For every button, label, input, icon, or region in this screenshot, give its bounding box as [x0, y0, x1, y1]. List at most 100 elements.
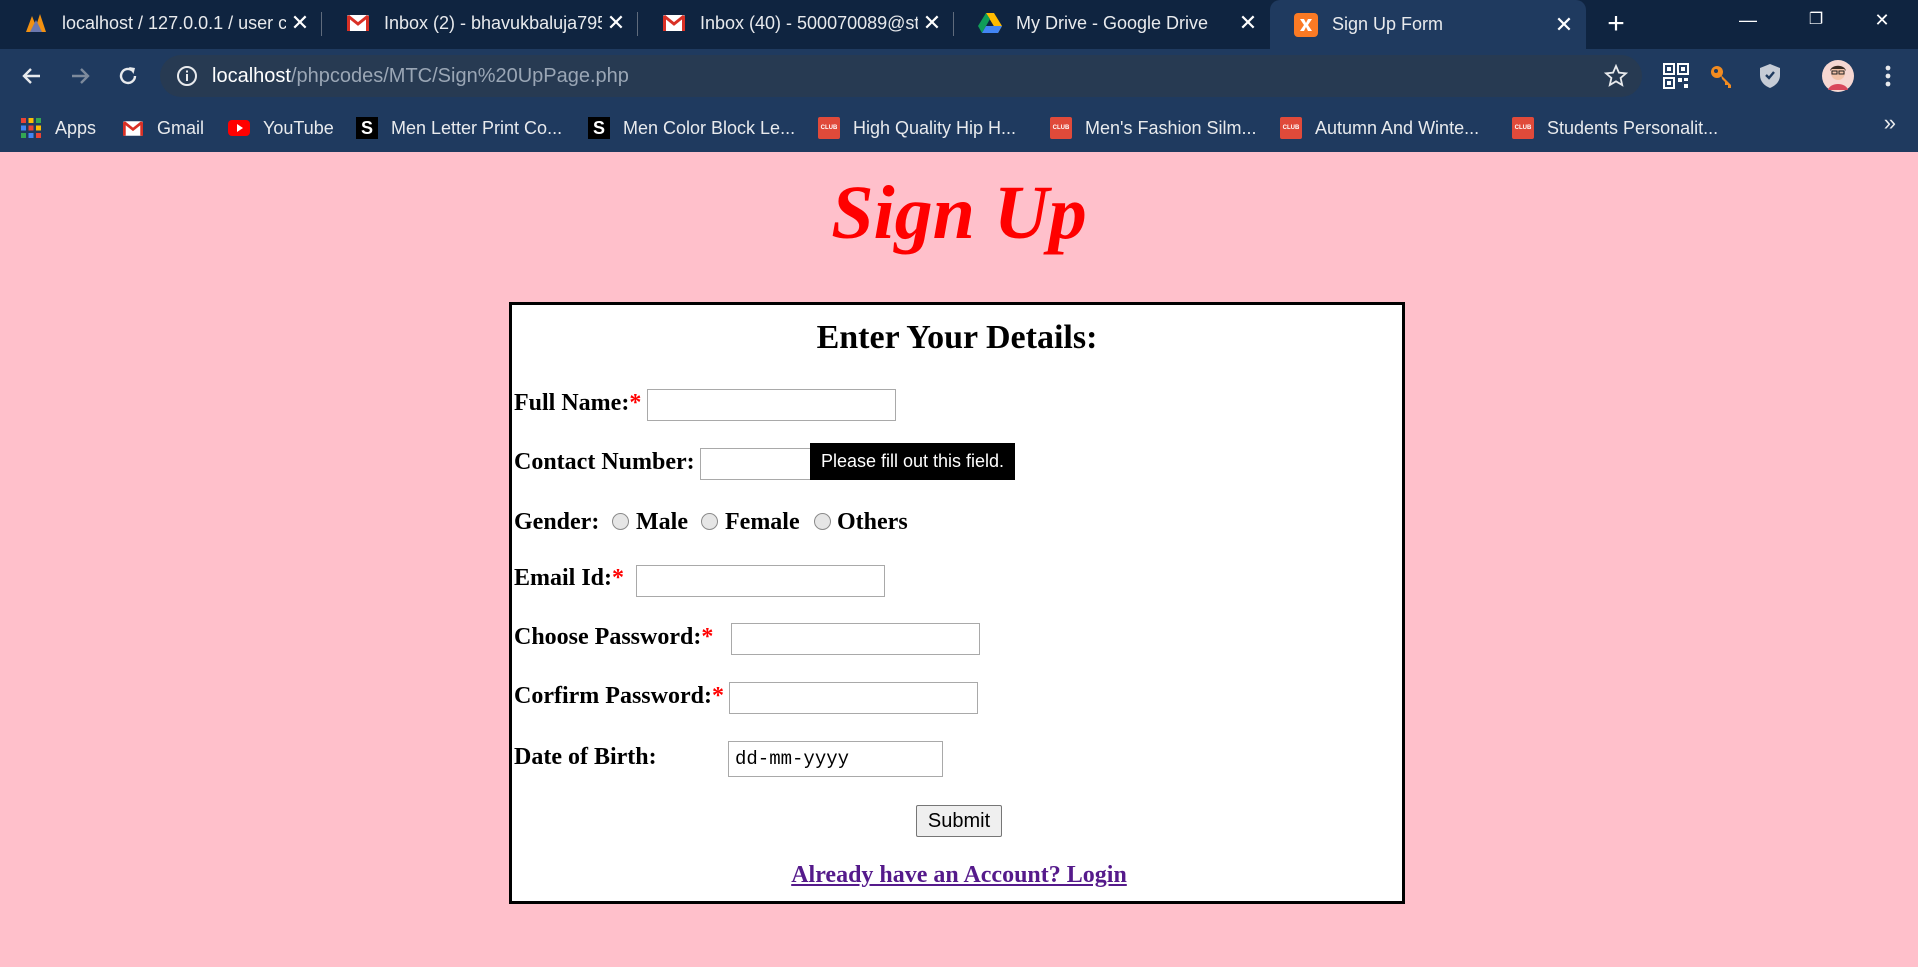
- bookmark-label: Men Letter Print Co...: [391, 117, 563, 138]
- page-heading: Sign Up: [831, 171, 1087, 255]
- arrow-right-icon: [72, 68, 90, 84]
- tab-phpmyadmin[interactable]: localhost / 127.0.0.1 / user c ✕: [0, 0, 322, 46]
- bookmarks-overflow-icon[interactable]: »: [1884, 110, 1896, 136]
- bookmark-label: Students Personalit...: [1547, 117, 1719, 138]
- info-icon[interactable]: [176, 65, 198, 87]
- minimize-button[interactable]: —: [1720, 0, 1776, 40]
- bookmarks-bar: Apps Gmail YouTube S Men Letter Print Co…: [0, 104, 1918, 152]
- gender-male-radio[interactable]: [612, 513, 629, 530]
- contact-number-label: Contact Number:: [514, 449, 695, 475]
- bookmark-label: Men's Fashion Silm...: [1085, 117, 1257, 138]
- reload-button[interactable]: [110, 58, 146, 94]
- full-name-input[interactable]: [647, 389, 896, 421]
- gender-others-radio[interactable]: [814, 513, 831, 530]
- login-link-text[interactable]: Already have an Account? Login: [791, 862, 1127, 888]
- label-text: Corfirm Password:: [514, 683, 712, 709]
- date-of-birth-label: Date of Birth:: [514, 744, 657, 770]
- star-bookmark-icon[interactable]: [1604, 64, 1628, 88]
- shield-extension-icon[interactable]: [1756, 62, 1784, 90]
- gmail-icon: [346, 11, 370, 35]
- required-mark: *: [701, 624, 714, 650]
- youtube-icon: [228, 117, 250, 139]
- bookmark-men-color-block[interactable]: S Men Color Block Le...: [588, 115, 795, 141]
- close-tab-icon[interactable]: ✕: [918, 10, 946, 36]
- club-icon: CLUB: [1280, 117, 1302, 139]
- confirm-password-label: Corfirm Password:*: [514, 683, 724, 710]
- label-text: Choose Password:: [514, 624, 702, 650]
- bookmark-students-personality[interactable]: CLUB Students Personalit...: [1512, 115, 1718, 141]
- date-of-birth-input[interactable]: dd-mm-yyyy: [728, 741, 943, 777]
- key-extension-icon[interactable]: [1708, 62, 1736, 90]
- required-mark: *: [612, 565, 625, 591]
- choose-password-input[interactable]: [731, 623, 980, 655]
- close-tab-icon[interactable]: ✕: [286, 10, 314, 36]
- email-input[interactable]: [636, 565, 885, 597]
- close-tab-icon[interactable]: ✕: [1234, 10, 1262, 36]
- tab-title: Inbox (2) - bhavukbaluja795: [384, 12, 602, 33]
- gender-label: Gender:: [514, 509, 600, 535]
- full-name-label: Full Name:*: [514, 390, 641, 417]
- gender-female-radio[interactable]: [701, 513, 718, 530]
- form-title: Enter Your Details:: [816, 319, 1098, 356]
- bookmark-high-quality[interactable]: CLUB High Quality Hip H...: [818, 115, 1016, 141]
- bookmark-gmail[interactable]: Gmail: [122, 115, 204, 141]
- tab-title: Inbox (40) - 500070089@stu: [700, 12, 918, 33]
- apps-grid-icon: [20, 117, 42, 139]
- club-icon: CLUB: [818, 117, 840, 139]
- tab-title: localhost / 127.0.0.1 / user c: [62, 12, 286, 33]
- bookmark-men-letter-print[interactable]: S Men Letter Print Co...: [356, 115, 562, 141]
- bookmark-mens-fashion[interactable]: CLUB Men's Fashion Silm...: [1050, 115, 1257, 141]
- menu-kebab-icon[interactable]: [1874, 62, 1902, 90]
- label-text: Email Id:: [514, 565, 613, 591]
- email-label: Email Id:*: [514, 565, 624, 592]
- tab-title: Sign Up Form: [1332, 14, 1444, 34]
- avatar[interactable]: [1822, 60, 1854, 92]
- back-button[interactable]: [14, 58, 50, 94]
- club-icon: CLUB: [1512, 117, 1534, 139]
- choose-password-label: Choose Password:*: [514, 624, 713, 651]
- address-bar[interactable]: localhost/phpcodes/MTC/Sign%20UpPage.php: [160, 55, 1642, 97]
- bookmark-youtube[interactable]: YouTube: [228, 115, 334, 141]
- contact-number-input[interactable]: [700, 448, 815, 480]
- forward-button[interactable]: [62, 58, 98, 94]
- browser-toolbar: localhost/phpcodes/MTC/Sign%20UpPage.php: [0, 49, 1918, 104]
- s-icon: S: [356, 117, 378, 139]
- bookmark-label: YouTube: [263, 117, 334, 138]
- url-text: localhost/phpcodes/MTC/Sign%20UpPage.php: [212, 65, 629, 88]
- gender-others-label: Others: [837, 509, 908, 535]
- arrow-left-icon: [22, 68, 40, 84]
- bookmark-apps[interactable]: Apps: [20, 115, 96, 141]
- bookmark-label: Gmail: [157, 117, 205, 138]
- url-path: /phpcodes/MTC/Sign%20UpPage.php: [290, 65, 629, 87]
- gmail-icon: [122, 117, 144, 139]
- gender-male-label: Male: [636, 509, 688, 535]
- s-icon: S: [588, 117, 610, 139]
- new-tab-button[interactable]: +: [1598, 6, 1634, 42]
- tab-title: My Drive - Google Drive: [1016, 12, 1209, 33]
- required-mark: *: [629, 390, 642, 416]
- qr-code-icon[interactable]: [1662, 62, 1690, 90]
- bookmark-label: Autumn And Winte...: [1315, 117, 1480, 138]
- gender-female-label: Female: [725, 509, 800, 535]
- bookmark-label: High Quality Hip H...: [853, 117, 1017, 138]
- required-mark: *: [711, 683, 724, 709]
- tab-gmail-inbox-40[interactable]: Inbox (40) - 500070089@stu ✕: [638, 0, 954, 46]
- tab-sign-up-form[interactable]: Sign Up Form ✕: [1270, 0, 1586, 49]
- bookmark-autumn-winter[interactable]: CLUB Autumn And Winte...: [1280, 115, 1479, 141]
- restore-button[interactable]: ❐: [1788, 0, 1844, 40]
- submit-button[interactable]: Submit: [916, 805, 1002, 837]
- label-text: Full Name:: [514, 390, 630, 416]
- gmail-icon: [662, 11, 686, 35]
- confirm-password-input[interactable]: [729, 682, 978, 714]
- tab-gmail-inbox-2[interactable]: Inbox (2) - bhavukbaluja795 ✕: [322, 0, 638, 46]
- tab-google-drive[interactable]: My Drive - Google Drive ✕: [954, 0, 1270, 46]
- browser-tab-strip: localhost / 127.0.0.1 / user c ✕ Inbox (…: [0, 0, 1918, 49]
- club-icon: CLUB: [1050, 117, 1072, 139]
- close-tab-icon[interactable]: ✕: [1550, 12, 1578, 38]
- close-window-button[interactable]: ✕: [1854, 0, 1910, 40]
- phpmyadmin-icon: [24, 11, 48, 35]
- reload-icon: [119, 67, 137, 85]
- xampp-icon: [1294, 12, 1318, 37]
- close-tab-icon[interactable]: ✕: [602, 10, 630, 36]
- url-host: localhost: [212, 65, 291, 87]
